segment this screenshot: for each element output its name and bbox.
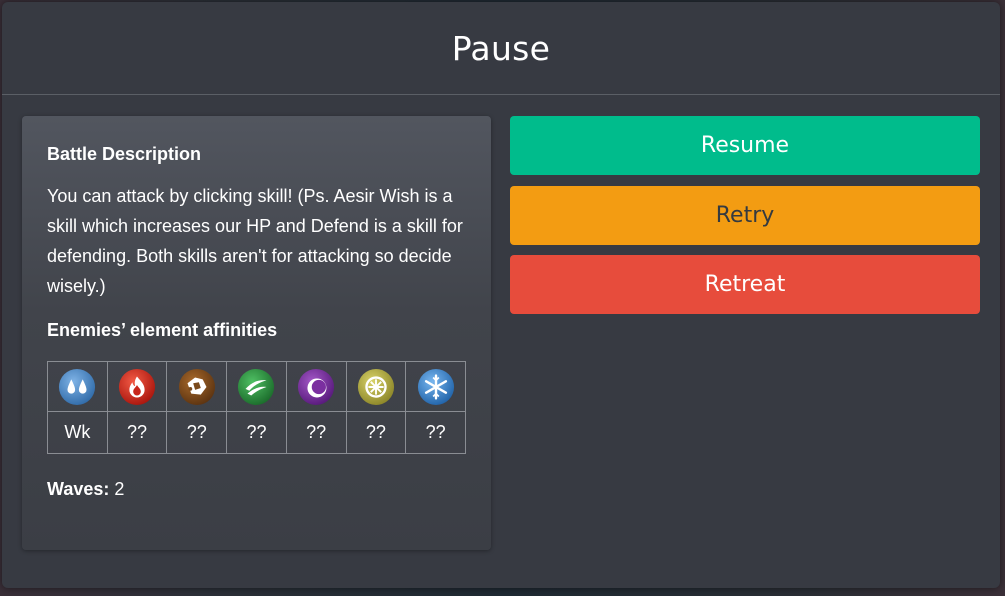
battle-description-panel: Battle Description You can attack by cli… <box>22 116 491 550</box>
modal-title: Pause <box>451 28 551 68</box>
affinity-cell <box>405 361 466 412</box>
dark-icon <box>298 368 335 405</box>
battle-description-heading: Battle Description <box>47 144 202 164</box>
affinity-value: ?? <box>166 411 228 454</box>
retry-button[interactable]: Retry <box>510 186 980 245</box>
waves-info: Waves: 2 <box>47 479 466 500</box>
affinity-value: ?? <box>106 411 168 454</box>
pause-modal: Pause Battle Description You can attack … <box>2 2 1000 588</box>
affinity-cell <box>106 361 168 412</box>
affinities-icon-row <box>47 361 466 412</box>
affinities-table: Wk ?? ?? ?? ?? ?? ?? <box>47 361 466 454</box>
ice-icon <box>417 368 454 405</box>
affinity-value: ?? <box>226 411 287 454</box>
affinities-value-row: Wk ?? ?? ?? ?? ?? ?? <box>47 411 466 454</box>
waves-value: 2 <box>114 479 125 499</box>
affinity-cell <box>345 361 407 412</box>
earth-icon <box>178 368 215 405</box>
wind-icon <box>238 368 275 405</box>
water-icon <box>59 368 96 405</box>
affinity-value: ?? <box>405 411 466 454</box>
waves-label: Waves: <box>47 479 110 499</box>
retreat-button[interactable]: Retreat <box>510 255 980 314</box>
resume-button[interactable]: Resume <box>510 116 980 175</box>
affinity-value: ?? <box>285 411 347 454</box>
affinity-value: ?? <box>345 411 407 454</box>
battle-description-text: You can attack by clicking skill! (Ps. A… <box>47 186 463 296</box>
affinity-value: Wk <box>47 411 108 454</box>
affinity-cell <box>166 361 228 412</box>
modal-header: Pause <box>2 2 1000 95</box>
fire-icon <box>118 368 156 405</box>
affinity-cell <box>285 361 347 412</box>
affinity-cell <box>47 361 108 412</box>
affinity-cell <box>226 361 287 412</box>
affinities-heading: Enemies’ element affinities <box>47 320 278 340</box>
light-icon <box>357 368 394 405</box>
